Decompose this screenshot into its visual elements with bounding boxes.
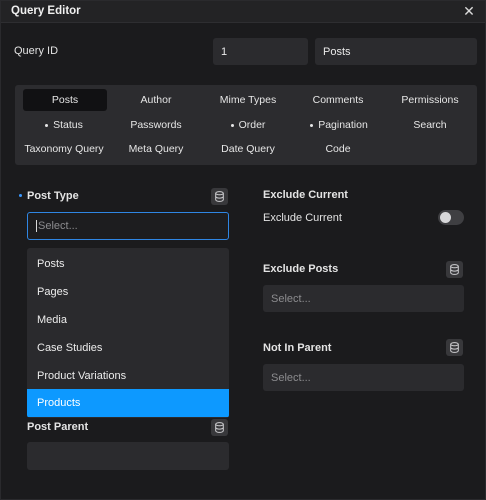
exclude-current-label: Exclude Current: [263, 212, 342, 224]
database-icon[interactable]: [211, 188, 228, 205]
post-type-select[interactable]: Select...: [27, 212, 229, 240]
tab-label: Taxonomy Query: [24, 143, 104, 155]
text-caret: [36, 220, 37, 232]
tab-label: Meta Query: [128, 143, 184, 155]
tab-taxonomy-query[interactable]: Taxonomy Query: [19, 138, 109, 160]
tab-meta-query[interactable]: Meta Query: [111, 138, 201, 160]
tab-label: Pagination: [318, 119, 368, 131]
tab-label: Mime Types: [219, 94, 277, 106]
option-pages[interactable]: Pages: [27, 278, 229, 306]
tab-label: Status: [53, 119, 83, 131]
tab-label: Order: [238, 119, 266, 131]
not-in-parent-select[interactable]: Select...: [263, 364, 464, 391]
tab-posts[interactable]: Posts: [23, 89, 107, 111]
close-icon[interactable]: ✕: [461, 3, 477, 19]
database-icon[interactable]: [211, 419, 228, 436]
query-id-label: Query ID: [14, 45, 59, 57]
tab-status[interactable]: Status: [19, 114, 109, 136]
tab-order[interactable]: Order: [203, 114, 293, 136]
query-name-input[interactable]: Posts: [315, 38, 477, 65]
tab-label: Author: [140, 94, 172, 106]
not-in-parent-label: Not In Parent: [263, 342, 332, 354]
tab-mime-types[interactable]: Mime Types: [203, 89, 293, 111]
post-type-label: Post Type: [27, 190, 79, 202]
tab-permissions[interactable]: Permissions: [385, 89, 475, 111]
tab-label: Posts: [51, 94, 79, 106]
post-type-dropdown: Posts Pages Media Case Studies Product V…: [27, 248, 229, 418]
bullet-icon: [45, 123, 49, 127]
database-icon[interactable]: [446, 261, 463, 278]
tab-pagination[interactable]: Pagination: [293, 114, 385, 136]
query-id-input[interactable]: 1: [213, 38, 308, 65]
tab-author[interactable]: Author: [111, 89, 201, 111]
tab-comments[interactable]: Comments: [293, 89, 383, 111]
tab-date-query[interactable]: Date Query: [203, 138, 293, 160]
modified-indicator: [19, 194, 22, 197]
exclude-posts-label: Exclude Posts: [263, 263, 339, 275]
option-products[interactable]: Products: [27, 389, 229, 417]
bullet-icon: [230, 123, 234, 127]
query-tabs: Posts Author Mime Types Comments Permiss…: [15, 85, 477, 165]
exclude-current-toggle[interactable]: [438, 210, 464, 225]
database-icon[interactable]: [446, 339, 463, 356]
title-bar: Query Editor ✕: [1, 1, 485, 23]
exclude-current-heading: Exclude Current: [263, 189, 348, 201]
toggle-knob: [440, 212, 451, 223]
tab-label: Search: [413, 119, 447, 131]
window-title: Query Editor: [11, 5, 81, 17]
exclude-posts-select[interactable]: Select...: [263, 285, 464, 312]
tab-label: Comments: [312, 94, 364, 106]
option-product-variations[interactable]: Product Variations: [27, 362, 229, 390]
post-type-placeholder: Select...: [38, 220, 78, 232]
tab-passwords[interactable]: Passwords: [111, 114, 201, 136]
post-parent-input[interactable]: [27, 442, 229, 470]
bullet-icon: [310, 123, 314, 127]
option-media[interactable]: Media: [27, 306, 229, 334]
tab-label: Code: [325, 143, 351, 155]
tab-label: Permissions: [401, 94, 459, 106]
option-case-studies[interactable]: Case Studies: [27, 334, 229, 362]
tab-label: Date Query: [221, 143, 275, 155]
tab-search[interactable]: Search: [385, 114, 475, 136]
tab-label: Passwords: [130, 119, 182, 131]
post-parent-label: Post Parent: [27, 421, 89, 433]
option-posts[interactable]: Posts: [27, 250, 229, 278]
tab-code[interactable]: Code: [293, 138, 383, 160]
query-editor-window: Query Editor ✕ Query ID 1 Posts Posts Au…: [0, 0, 486, 500]
